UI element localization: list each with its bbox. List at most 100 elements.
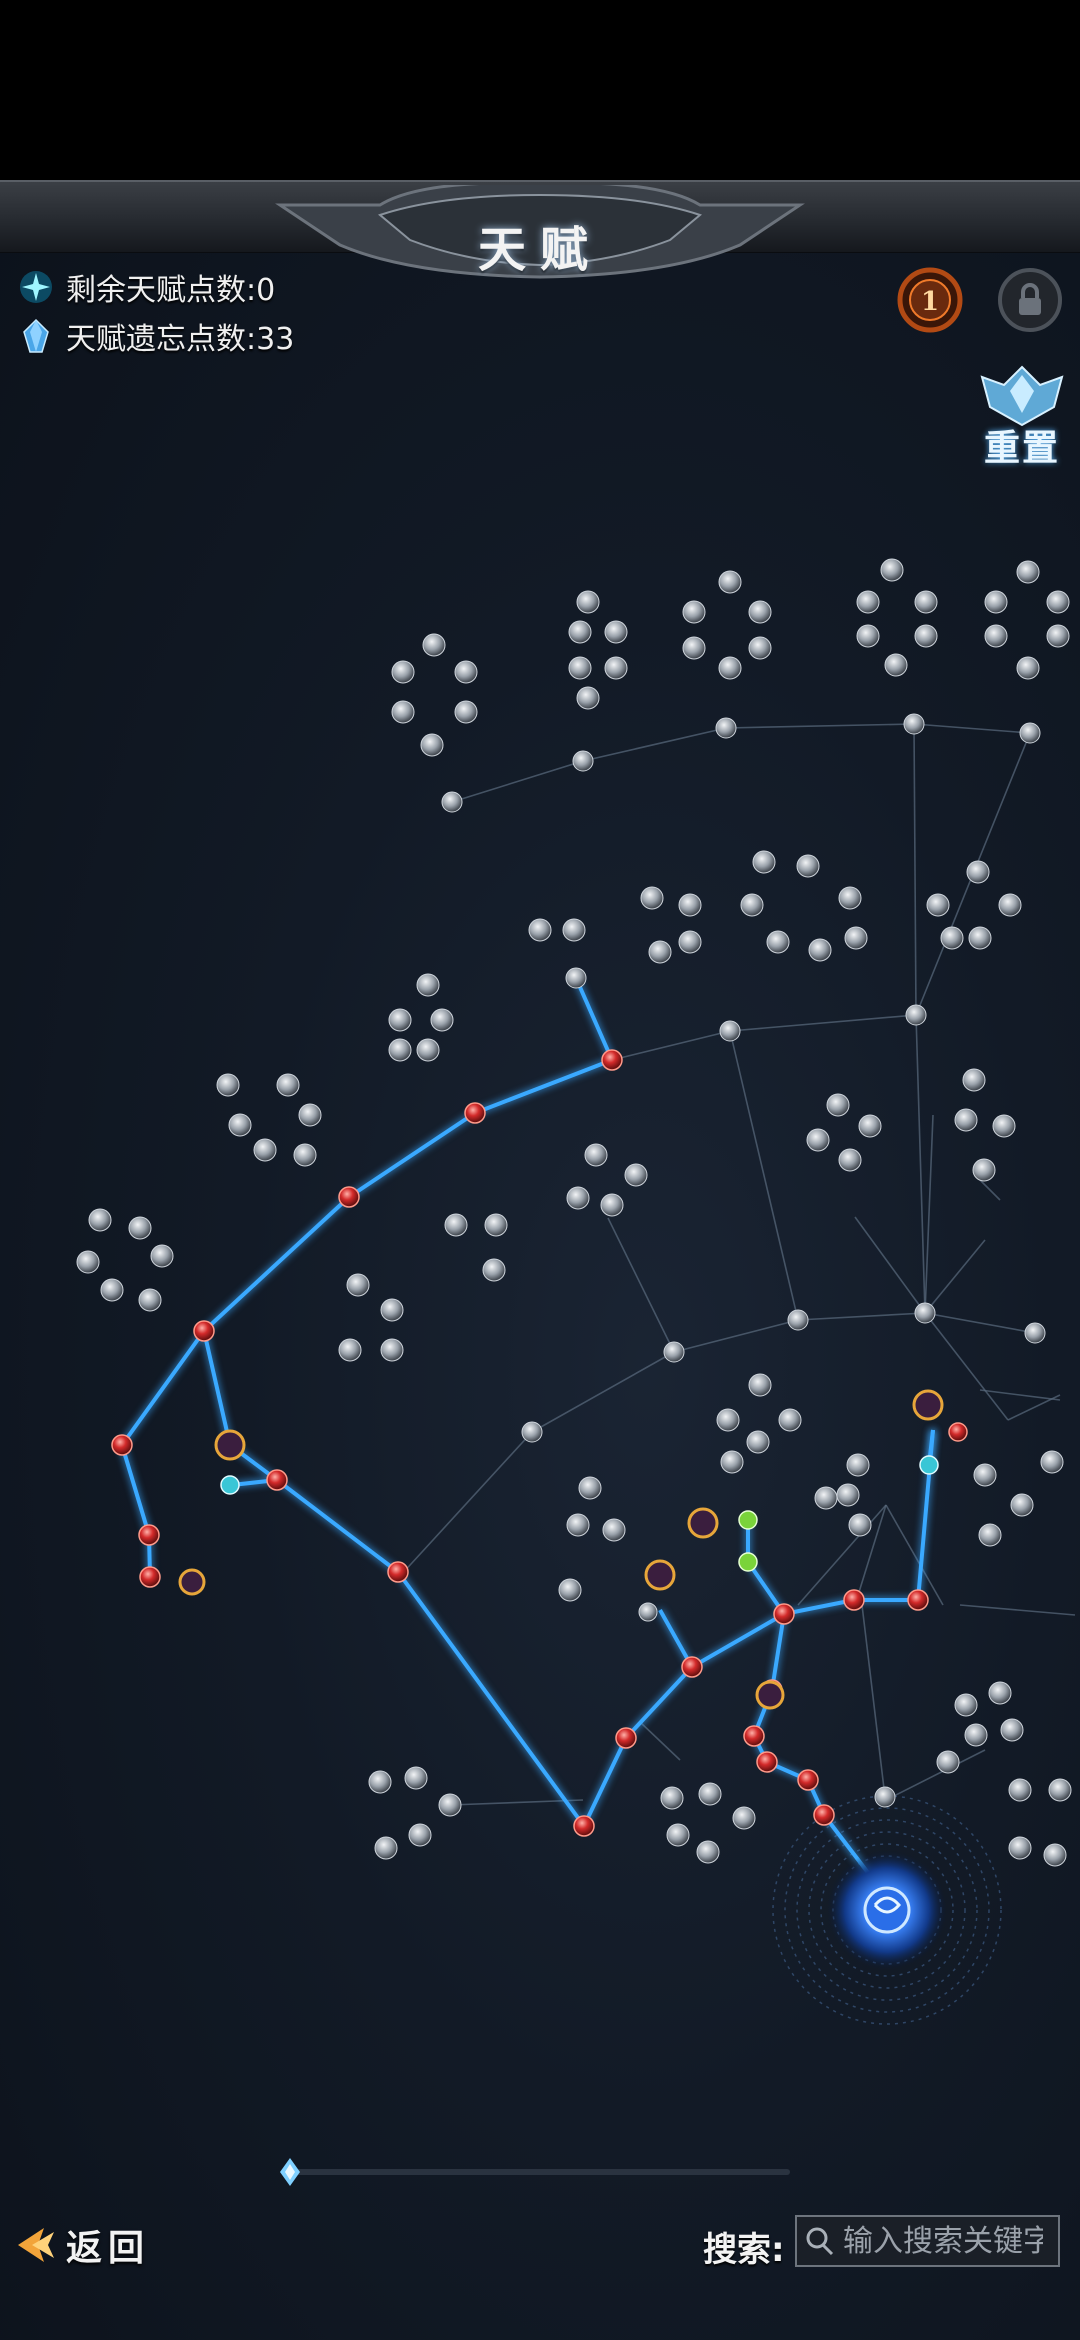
talent-node[interactable] xyxy=(720,1450,744,1474)
talent-node[interactable] xyxy=(576,686,600,710)
talent-node[interactable] xyxy=(716,1408,740,1432)
talent-node[interactable] xyxy=(416,973,440,997)
talent-node-learned[interactable] xyxy=(138,1524,160,1546)
talent-node-learned[interactable] xyxy=(743,1725,765,1747)
talent-node[interactable] xyxy=(624,1163,648,1187)
talent-node[interactable] xyxy=(1000,1718,1024,1742)
talent-node[interactable] xyxy=(978,1523,1002,1547)
talent-node[interactable] xyxy=(678,893,702,917)
talent-node[interactable] xyxy=(1024,1322,1046,1344)
talent-node[interactable] xyxy=(568,656,592,680)
talent-node[interactable] xyxy=(604,620,628,644)
talent-tree-canvas[interactable] xyxy=(0,180,1080,2340)
talent-node[interactable] xyxy=(1043,1843,1067,1867)
talent-node[interactable] xyxy=(484,1213,508,1237)
talent-node[interactable] xyxy=(880,558,904,582)
talent-node[interactable] xyxy=(600,1193,624,1217)
talent-node[interactable] xyxy=(584,1143,608,1167)
talent-node-rare[interactable] xyxy=(912,1389,944,1421)
talent-node[interactable] xyxy=(746,1430,770,1454)
talent-node[interactable] xyxy=(926,893,950,917)
talent-node[interactable] xyxy=(660,1786,684,1810)
talent-node[interactable] xyxy=(138,1288,162,1312)
talent-node-learned[interactable] xyxy=(615,1727,637,1749)
talent-node[interactable] xyxy=(380,1298,404,1322)
talent-node[interactable] xyxy=(150,1244,174,1268)
talent-node[interactable] xyxy=(856,624,880,648)
talent-node[interactable] xyxy=(838,886,862,910)
talent-node[interactable] xyxy=(408,1823,432,1847)
tree-scroll-knob[interactable] xyxy=(280,2158,300,2186)
talent-node[interactable] xyxy=(826,1093,850,1117)
talent-node[interactable] xyxy=(964,1723,988,1747)
talent-node[interactable] xyxy=(388,1038,412,1062)
talent-node[interactable] xyxy=(576,590,600,614)
talent-node[interactable] xyxy=(787,1309,809,1331)
talent-node[interactable] xyxy=(903,713,925,735)
talent-node[interactable] xyxy=(338,1338,362,1362)
talent-node[interactable] xyxy=(966,860,990,884)
talent-node[interactable] xyxy=(346,1273,370,1297)
talent-node[interactable] xyxy=(718,656,742,680)
talent-node[interactable] xyxy=(1040,1450,1064,1474)
talent-node[interactable] xyxy=(638,1602,658,1622)
talent-node-learned[interactable] xyxy=(681,1656,703,1678)
talent-node-rare[interactable] xyxy=(644,1559,676,1591)
talent-node[interactable] xyxy=(228,1113,252,1137)
talent-node-learned[interactable] xyxy=(756,1751,778,1773)
talent-node[interactable] xyxy=(732,1806,756,1830)
talent-node[interactable] xyxy=(1008,1836,1032,1860)
talent-node[interactable] xyxy=(1019,722,1041,744)
talent-node[interactable] xyxy=(568,620,592,644)
talent-node[interactable] xyxy=(558,1578,582,1602)
talent-node[interactable] xyxy=(844,926,868,950)
talent-node[interactable] xyxy=(698,1782,722,1806)
talent-node[interactable] xyxy=(718,570,742,594)
talent-node[interactable] xyxy=(562,918,586,942)
talent-node[interactable] xyxy=(602,1518,626,1542)
talent-node[interactable] xyxy=(565,967,587,989)
talent-node[interactable] xyxy=(1008,1778,1032,1802)
talent-node[interactable] xyxy=(740,893,764,917)
talent-node[interactable] xyxy=(806,1128,830,1152)
talent-node[interactable] xyxy=(441,791,463,813)
talent-node[interactable] xyxy=(438,1793,462,1817)
talent-node[interactable] xyxy=(640,886,664,910)
talent-node[interactable] xyxy=(808,938,832,962)
talent-node-learned[interactable] xyxy=(387,1561,409,1583)
talent-node[interactable] xyxy=(1016,560,1040,584)
talent-node[interactable] xyxy=(216,1073,240,1097)
talent-node[interactable] xyxy=(748,636,772,660)
talent-node[interactable] xyxy=(796,854,820,878)
talent-node[interactable] xyxy=(374,1836,398,1860)
talent-node[interactable] xyxy=(293,1143,317,1167)
talent-node[interactable] xyxy=(678,930,702,954)
talent-node[interactable] xyxy=(884,653,908,677)
talent-node[interactable] xyxy=(719,1020,741,1042)
talent-node[interactable] xyxy=(838,1148,862,1172)
talent-node[interactable] xyxy=(128,1216,152,1240)
talent-node[interactable] xyxy=(814,1486,838,1510)
talent-node[interactable] xyxy=(566,1186,590,1210)
talent-node[interactable] xyxy=(848,1513,872,1537)
talent-node-learned[interactable] xyxy=(111,1434,133,1456)
talent-node[interactable] xyxy=(988,1681,1012,1705)
talent-node[interactable] xyxy=(748,600,772,624)
talent-node[interactable] xyxy=(253,1138,277,1162)
talent-node[interactable] xyxy=(521,1421,543,1443)
talent-node[interactable] xyxy=(914,1302,936,1324)
talent-node[interactable] xyxy=(298,1103,322,1127)
talent-node[interactable] xyxy=(76,1250,100,1274)
talent-node-learned[interactable] xyxy=(573,1815,595,1837)
talent-node[interactable] xyxy=(368,1770,392,1794)
talent-node[interactable] xyxy=(420,733,444,757)
talent-node[interactable] xyxy=(984,624,1008,648)
talent-node[interactable] xyxy=(666,1823,690,1847)
talent-node[interactable] xyxy=(696,1840,720,1864)
talent-node-learned[interactable] xyxy=(338,1186,360,1208)
talent-node[interactable] xyxy=(778,1408,802,1432)
talent-node[interactable] xyxy=(984,590,1008,614)
talent-node[interactable] xyxy=(604,656,628,680)
talent-node[interactable] xyxy=(998,893,1022,917)
talent-node-learned[interactable] xyxy=(193,1320,215,1342)
